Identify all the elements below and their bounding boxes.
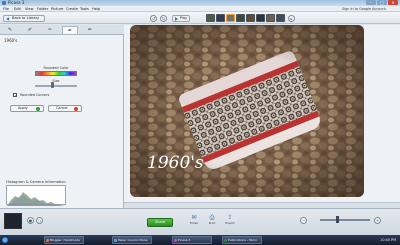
brush-icon: ✐ bbox=[27, 27, 33, 33]
play-icon bbox=[175, 17, 178, 21]
export-button[interactable]: ⇪ Export bbox=[224, 214, 236, 225]
back-arrow-icon: ◀ bbox=[6, 16, 10, 21]
photo-tray: ● ○ Share ✉ Email ⎙ Print ⇪ Export − + bbox=[0, 208, 400, 235]
rotate-right-icon[interactable]: ↻ bbox=[160, 15, 167, 22]
picasa-icon bbox=[174, 239, 177, 242]
color-picker-strip[interactable] bbox=[35, 71, 77, 76]
filmstrip-thumbnail-selected[interactable] bbox=[226, 14, 235, 22]
tab-basic-fixes[interactable]: ✎ bbox=[2, 26, 18, 34]
taskbar-item-active[interactable]: Picasa 3 bbox=[172, 236, 212, 244]
taskbar-item[interactable]: Publications - Micro bbox=[222, 236, 262, 244]
edit-panel: ✎ ✐ ✑ ✒ ✏ 1960's Rounded Color Size ✓ Ro… bbox=[0, 25, 124, 217]
cancel-x-icon bbox=[74, 107, 78, 111]
histogram-graphic bbox=[7, 192, 65, 206]
photo-viewer[interactable]: 1960's bbox=[124, 25, 400, 202]
browser-icon bbox=[114, 239, 117, 242]
wrench-icon: ✎ bbox=[7, 27, 13, 33]
zoom-slider-track[interactable] bbox=[320, 219, 370, 221]
filmstrip-thumbnail[interactable] bbox=[246, 14, 255, 22]
cancel-button[interactable]: Cancel bbox=[48, 105, 82, 112]
export-icon: ⇪ bbox=[227, 214, 233, 221]
zoom-in-icon[interactable]: + bbox=[374, 217, 381, 224]
zoom-slider-knob[interactable] bbox=[336, 216, 339, 223]
filmstrip-thumbnail[interactable] bbox=[266, 14, 275, 22]
clear-icon[interactable]: ○ bbox=[36, 217, 43, 224]
start-button[interactable] bbox=[1, 236, 9, 244]
taskbar-item[interactable]: Paper Cosmic Mana bbox=[112, 236, 152, 244]
picasa-app-icon bbox=[2, 1, 6, 5]
firefox-icon bbox=[46, 239, 49, 242]
apply-button[interactable]: Apply bbox=[10, 105, 44, 112]
tab-effects[interactable]: ✑ bbox=[42, 26, 58, 34]
taskbar-item[interactable]: Blogger: Handmade bbox=[44, 236, 84, 244]
edited-photo[interactable]: 1960's bbox=[130, 25, 364, 197]
zoom-out-icon[interactable]: − bbox=[300, 217, 307, 224]
hold-icon[interactable]: ● bbox=[27, 217, 34, 224]
filmstrip-thumbnail[interactable] bbox=[206, 14, 215, 22]
email-icon: ✉ bbox=[191, 214, 197, 221]
wand-icon: ✑ bbox=[47, 27, 53, 33]
share-button[interactable]: Share bbox=[147, 218, 173, 227]
size-slider-track[interactable] bbox=[35, 85, 77, 87]
filmstrip-thumbnail[interactable] bbox=[236, 14, 245, 22]
rounded-corners-label: Rounded Corners bbox=[20, 93, 50, 97]
close-button[interactable]: ✕ bbox=[388, 0, 398, 5]
checkmark-icon bbox=[36, 107, 40, 111]
size-label: Size bbox=[52, 79, 60, 83]
histogram-chart bbox=[6, 185, 66, 206]
maximize-button[interactable]: □ bbox=[377, 0, 387, 5]
toolbar: ◀ Back to Library ↺ ↻ Play ▸ bbox=[0, 12, 400, 24]
print-button[interactable]: ⎙ Print bbox=[206, 214, 218, 225]
size-slider-knob[interactable] bbox=[51, 82, 54, 88]
rotate-left-icon[interactable]: ↺ bbox=[150, 15, 157, 22]
filmstrip-thumbnail[interactable] bbox=[256, 14, 265, 22]
print-icon: ⎙ bbox=[209, 214, 215, 221]
effect-title: 1960's bbox=[4, 38, 18, 43]
pencil-icon: ✏ bbox=[87, 27, 93, 33]
minimize-button[interactable]: – bbox=[366, 0, 376, 5]
histogram-title: Histogram & Camera Information bbox=[6, 180, 66, 184]
edit-tabs: ✎ ✐ ✑ ✒ ✏ bbox=[0, 25, 124, 35]
photo-caption: 1960's bbox=[147, 153, 204, 173]
next-arrow-icon[interactable]: ▸ bbox=[288, 15, 295, 22]
tab-more-effects[interactable]: ✒ bbox=[62, 26, 78, 34]
rounded-corners-checkbox[interactable]: ✓ bbox=[13, 93, 17, 98]
filmstrip-thumbnail[interactable] bbox=[276, 14, 285, 22]
email-button[interactable]: ✉ Email bbox=[188, 214, 200, 225]
publisher-icon bbox=[224, 239, 227, 242]
tray-selected-thumbnail[interactable] bbox=[4, 213, 22, 229]
tab-tuning[interactable]: ✐ bbox=[22, 26, 38, 34]
pen-icon: ✒ bbox=[67, 28, 73, 34]
play-slideshow-button[interactable]: Play bbox=[172, 15, 190, 22]
border-color-label: Rounded Color bbox=[43, 66, 69, 70]
windows-taskbar: Blogger: Handmade Paper Cosmic Mana Pica… bbox=[0, 235, 400, 245]
system-clock: 10:40 PM bbox=[380, 238, 396, 242]
tab-extra[interactable]: ✏ bbox=[82, 26, 98, 34]
filmstrip-thumbnail[interactable] bbox=[216, 14, 225, 22]
back-to-library-button[interactable]: ◀ Back to Library bbox=[3, 15, 45, 22]
